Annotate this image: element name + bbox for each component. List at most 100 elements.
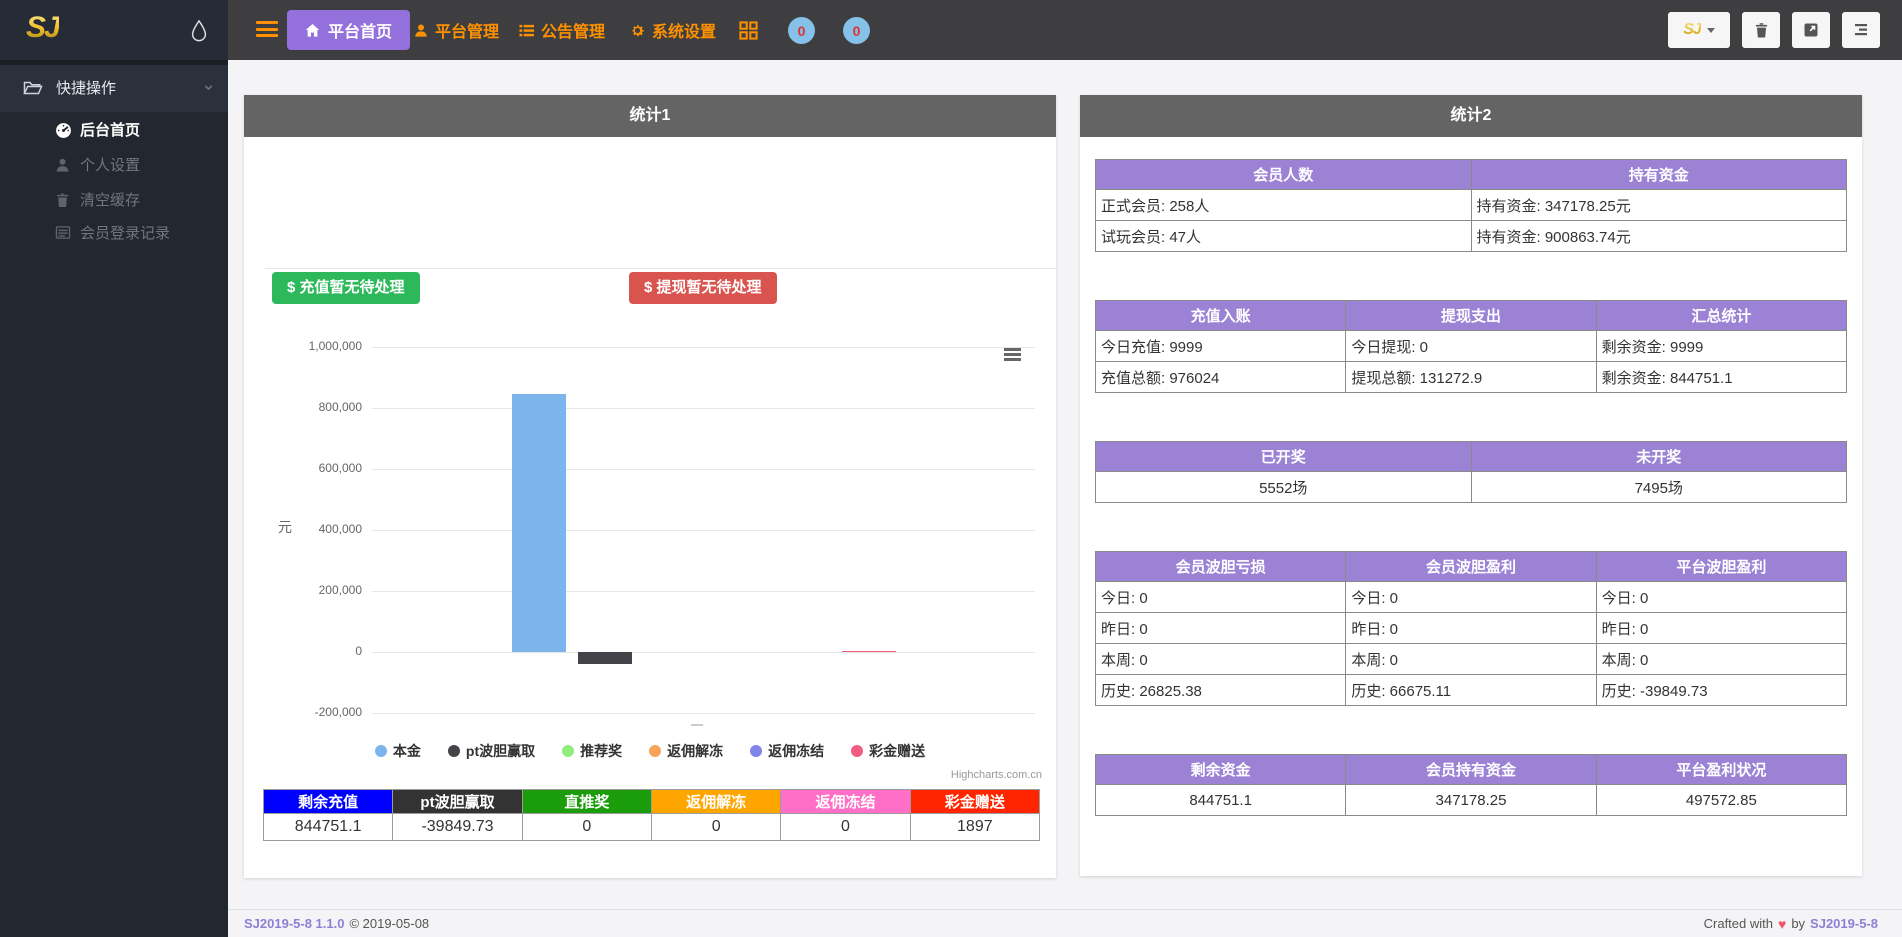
chart-bar-0[interactable]	[512, 394, 566, 652]
stats2-table-cell: 5552场	[1096, 472, 1472, 503]
trash-button[interactable]	[1742, 12, 1780, 48]
stats1-panel: 统计1 $ 充值暂无待处理 $ 提现暂无待处理 元 1,000,000800,0…	[244, 95, 1056, 878]
sidebar-item-clear-cache[interactable]: 清空缓存	[0, 185, 228, 217]
log-icon	[55, 225, 71, 240]
stats2-panel: 统计2 会员人数持有资金正式会员: 258人持有资金: 347178.25元试玩…	[1080, 95, 1862, 876]
logo-mini: SJ	[1683, 21, 1701, 39]
stats2-table-cell: 历史: 26825.38	[1096, 675, 1346, 706]
fullscreen-button[interactable]	[1792, 12, 1830, 48]
summary-header-cell: 返佣解冻	[651, 790, 780, 814]
gridline	[372, 713, 1035, 714]
list-menu-icon	[1853, 23, 1869, 37]
stats2-table-cell: 本周: 0	[1596, 644, 1846, 675]
sidebar-item-member-login-log[interactable]: 会员登录记录	[0, 218, 228, 250]
chart-context-menu-icon[interactable]	[1004, 348, 1021, 362]
external-link-icon	[1803, 22, 1819, 38]
stats2-table-cell: 今日充值: 9999	[1096, 331, 1346, 362]
panel-menu-button[interactable]	[1842, 12, 1880, 48]
legend-dot	[750, 745, 762, 757]
home-icon	[305, 23, 320, 38]
highcharts-credit[interactable]: Highcharts.com.cn	[951, 769, 1042, 781]
stats2-table-header: 已开奖	[1096, 442, 1472, 472]
gridline	[372, 347, 1035, 348]
legend-item[interactable]: pt波胆赢取	[448, 741, 535, 761]
heart-icon: ♥	[1778, 916, 1786, 932]
stats2-table-cell: 今日: 0	[1346, 582, 1596, 613]
legend-item[interactable]: 彩金赠送	[851, 741, 925, 761]
nav-item-platform-manage[interactable]: 平台管理	[414, 18, 499, 42]
gridline	[372, 530, 1035, 531]
stats2-table-cell: 试玩会员: 47人	[1096, 221, 1472, 252]
yaxis-tick-label: 800,000	[244, 400, 362, 414]
summary-value-cell: 0	[651, 814, 780, 841]
summary-header-cell: 彩金赠送	[910, 790, 1039, 814]
stats2-panel-body: 会员人数持有资金正式会员: 258人持有资金: 347178.25元试玩会员: …	[1080, 137, 1862, 816]
legend-label: 推荐奖	[580, 741, 622, 761]
announcement-icon	[519, 23, 534, 38]
footer-brand-link[interactable]: SJ2019-5-8	[1810, 916, 1878, 931]
summary-header-cell: 剩余充值	[264, 790, 393, 814]
stats2-table-header: 提现支出	[1346, 301, 1596, 331]
nav-item-system-settings[interactable]: 系统设置	[630, 18, 716, 42]
stats1-panel-title: 统计1	[244, 95, 1056, 137]
gridline	[372, 591, 1035, 592]
sidebar-item-profile-settings[interactable]: 个人设置	[0, 150, 228, 182]
nav-item-platform-home[interactable]: 平台首页	[287, 10, 410, 50]
trash-icon	[1754, 22, 1769, 38]
water-drop-icon[interactable]	[188, 19, 210, 43]
legend-dot	[649, 745, 661, 757]
footer-crafted-text: Crafted with	[1704, 916, 1773, 931]
stats2-table-cell: 今日提现: 0	[1346, 331, 1596, 362]
summary-value-cell: 1897	[910, 814, 1039, 841]
legend-label: 返佣冻结	[768, 741, 824, 761]
stats2-table-cell: 今日: 0	[1096, 582, 1346, 613]
gear-icon	[630, 23, 645, 38]
chart-bar-5[interactable]	[842, 651, 896, 652]
summary-value-cell: -39849.73	[393, 814, 522, 841]
trash-icon	[55, 192, 70, 208]
stats1-panel-body: $ 充值暂无待处理 $ 提现暂无待处理 元 1,000,000800,00060…	[244, 137, 1056, 878]
nav-item-notice-manage[interactable]: 公告管理	[519, 18, 605, 42]
legend-item[interactable]: 返佣解冻	[649, 741, 723, 761]
stats2-table: 剩余资金会员持有资金平台盈利状况844751.1347178.25497572.…	[1095, 754, 1847, 816]
stats2-table-cell: 497572.85	[1596, 785, 1846, 816]
message-badge[interactable]: 0	[843, 17, 870, 44]
notification-badge[interactable]: 0	[788, 17, 815, 44]
sidebar-logo-area: SJ	[0, 0, 228, 60]
stats2-table-cell: 剩余资金: 9999	[1596, 331, 1846, 362]
sidebar-item-backend-home[interactable]: 后台首页	[0, 115, 228, 147]
chart-bar-1[interactable]	[578, 652, 632, 664]
stats2-table-header: 会员人数	[1096, 160, 1472, 190]
grid-apps-icon[interactable]	[739, 21, 758, 40]
sidebar-section-quick-actions[interactable]: 快捷操作	[0, 65, 228, 112]
gridline	[372, 469, 1035, 470]
stats2-table-cell: 昨日: 0	[1596, 613, 1846, 644]
stats2-table-cell: 历史: 66675.11	[1346, 675, 1596, 706]
hamburger-menu-icon[interactable]	[256, 21, 278, 39]
summary-header-cell: 返佣冻结	[781, 790, 910, 814]
yaxis-tick-label: 0	[244, 644, 362, 658]
account-dropdown-button[interactable]: SJ	[1668, 12, 1730, 48]
caret-down-icon	[1707, 28, 1715, 33]
legend-item[interactable]: 本金	[375, 741, 421, 761]
sidebar-item-label: 后台首页	[80, 115, 140, 147]
stats2-table-header: 会员持有资金	[1346, 755, 1596, 785]
stats2-table-cell: 844751.1	[1096, 785, 1346, 816]
user-icon	[55, 157, 70, 173]
sidebar-section-label: 快捷操作	[56, 65, 116, 112]
user-icon	[414, 23, 428, 38]
app-logo: SJ	[26, 11, 59, 45]
bar-chart: 元 1,000,000800,000600,000400,000200,0000…	[244, 287, 1056, 737]
stats2-table-cell: 充值总额: 976024	[1096, 362, 1346, 393]
nav-item-label: 平台首页	[328, 18, 392, 42]
summary-value-cell: 0	[522, 814, 651, 841]
stats2-table: 充值入账提现支出汇总统计今日充值: 9999今日提现: 0剩余资金: 9999充…	[1095, 300, 1847, 393]
topbar: 平台首页 平台管理 公告管理 系统设置 0 0 SJ	[0, 0, 1902, 60]
legend-item[interactable]: 返佣冻结	[750, 741, 824, 761]
stats2-table-header: 充值入账	[1096, 301, 1346, 331]
legend-item[interactable]: 推荐奖	[562, 741, 622, 761]
divider	[265, 268, 1056, 269]
stats2-table-header: 平台盈利状况	[1596, 755, 1846, 785]
stats2-table-cell: 347178.25	[1346, 785, 1596, 816]
stats2-table-cell: 持有资金: 347178.25元	[1471, 190, 1847, 221]
